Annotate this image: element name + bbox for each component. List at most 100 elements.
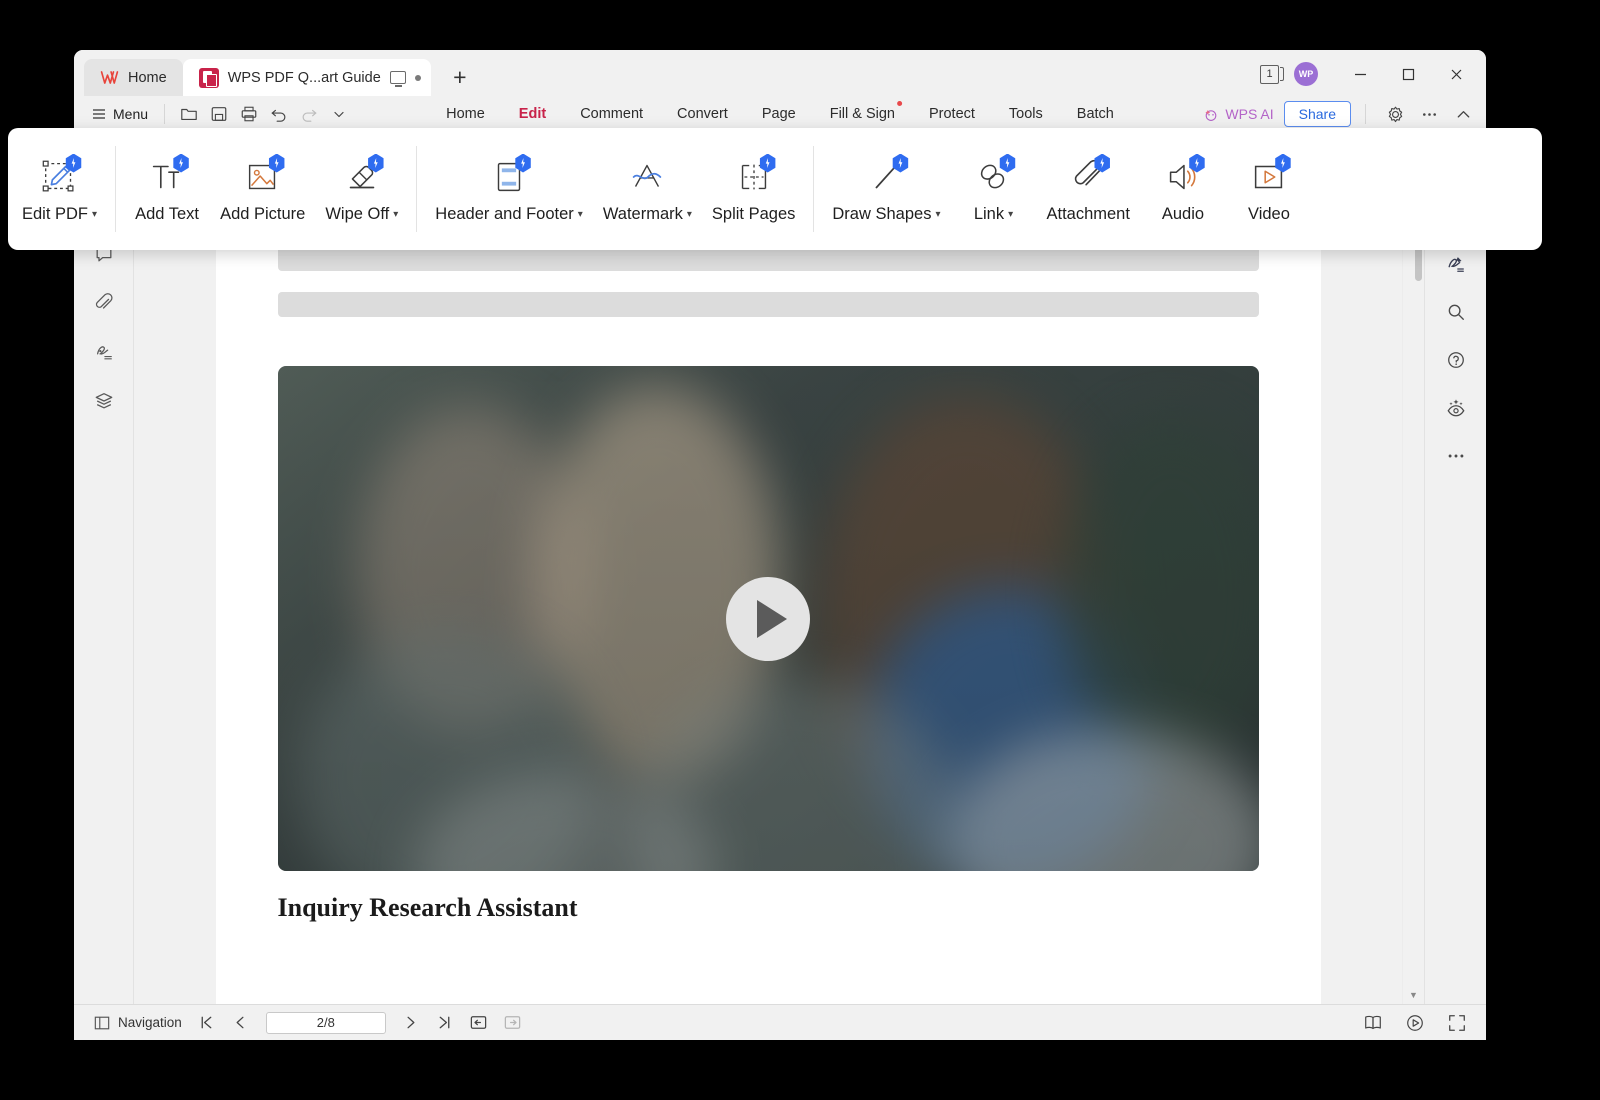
label-text: Edit PDF xyxy=(22,204,89,223)
wps-logo-icon xyxy=(100,71,119,84)
watermark-button[interactable]: Watermark ▾ xyxy=(593,128,702,250)
forward-view-icon[interactable] xyxy=(498,1010,528,1036)
tab-convert-ribbon[interactable]: Convert xyxy=(660,96,745,132)
label-text: Draw Shapes xyxy=(832,204,932,223)
search-icon[interactable] xyxy=(1441,299,1471,325)
draw-shapes-label: Draw Shapes ▾ xyxy=(832,205,940,224)
signature-icon[interactable] xyxy=(89,339,119,365)
audio-button[interactable]: Audio xyxy=(1140,128,1226,250)
tab-fill-sign-ribbon[interactable]: Fill & Sign xyxy=(813,96,912,132)
page-stack-icon xyxy=(1280,67,1284,81)
redo-icon[interactable] xyxy=(295,101,323,127)
wps-ai-button[interactable]: WPS AI xyxy=(1203,106,1279,122)
pdf-page: Inquiry Research Assistant xyxy=(215,133,1321,1004)
video-label: Video xyxy=(1248,205,1290,224)
link-icon xyxy=(971,153,1016,199)
label-text: Watermark xyxy=(602,204,683,223)
video-button[interactable]: Video xyxy=(1226,128,1312,250)
tab-label: Tools xyxy=(1008,106,1043,122)
collapse-ribbon-icon[interactable] xyxy=(1448,100,1478,128)
ribbon-divider xyxy=(813,146,815,232)
print-icon[interactable] xyxy=(235,101,263,127)
tab-protect-ribbon[interactable]: Protect xyxy=(912,96,992,132)
share-button[interactable]: Share xyxy=(1283,101,1351,127)
settings-gear-icon[interactable] xyxy=(1380,100,1410,128)
ribbon-group-media: Draw Shapes ▾ Link ▾ Attachment Audio Vi… xyxy=(822,128,1312,250)
split-pages-button[interactable]: Split Pages xyxy=(702,128,805,250)
chevron-down-icon: ▾ xyxy=(577,208,583,220)
signature-pen-icon[interactable] xyxy=(1441,251,1471,277)
label-text: Attachment xyxy=(1046,204,1130,223)
tab-label: Comment xyxy=(580,106,644,122)
attachment-button[interactable]: Attachment xyxy=(1036,128,1139,250)
pdf-doc-icon xyxy=(198,67,219,88)
tab-edit-ribbon[interactable]: Edit xyxy=(502,96,563,132)
save-icon[interactable] xyxy=(205,101,233,127)
tab-home-ribbon[interactable]: Home xyxy=(429,96,502,132)
fullscreen-icon[interactable] xyxy=(1442,1010,1472,1036)
link-button[interactable]: Link ▾ xyxy=(950,128,1036,250)
wps-ai-label: WPS AI xyxy=(1225,106,1274,122)
wps-ai-sparkle-icon xyxy=(1205,110,1217,121)
next-page-icon[interactable] xyxy=(396,1010,426,1036)
open-icon[interactable] xyxy=(175,101,203,127)
more-options-icon[interactable] xyxy=(1414,100,1444,128)
avatar[interactable]: WP xyxy=(1294,62,1318,86)
title-bar-right: 1 WP xyxy=(1260,61,1478,87)
watermark-label: Watermark ▾ xyxy=(603,205,692,224)
video-icon xyxy=(1247,153,1291,199)
undo-icon[interactable] xyxy=(265,101,293,127)
add-text-button[interactable]: Add Text xyxy=(124,128,210,250)
back-view-icon[interactable] xyxy=(464,1010,494,1036)
hamburger-icon xyxy=(93,109,105,119)
edit-pdf-button[interactable]: Edit PDF ▾ xyxy=(12,128,107,250)
draw-shapes-button[interactable]: Draw Shapes ▾ xyxy=(822,128,950,250)
label-text: Audio xyxy=(1161,204,1205,223)
tab-tools-ribbon[interactable]: Tools xyxy=(992,96,1060,132)
menu-button[interactable]: Menu xyxy=(86,106,154,122)
presentation-icon[interactable] xyxy=(1400,1010,1430,1036)
prev-page-icon[interactable] xyxy=(226,1010,256,1036)
header-and-footer-button[interactable]: Header and Footer ▾ xyxy=(425,128,593,250)
chevron-down-icon: ▾ xyxy=(935,208,941,220)
label-text: Wipe Off xyxy=(325,204,390,223)
minimize-button[interactable] xyxy=(1338,61,1382,87)
label-text: Split Pages xyxy=(711,204,796,223)
navigation-toggle[interactable]: Navigation xyxy=(88,1015,188,1031)
facing-pages-icon[interactable] xyxy=(1358,1010,1388,1036)
tab-label: Protect xyxy=(928,106,975,122)
scroll-down-arrow-icon[interactable]: ▼ xyxy=(1409,990,1418,1000)
layers-icon[interactable] xyxy=(89,388,119,414)
last-page-icon[interactable] xyxy=(430,1010,460,1036)
page-count-badge[interactable]: 1 xyxy=(1260,64,1284,84)
smart-eye-icon[interactable] xyxy=(1441,395,1471,421)
wipe-off-button[interactable]: Wipe Off ▾ xyxy=(315,128,408,250)
first-page-icon[interactable] xyxy=(192,1010,222,1036)
embedded-video[interactable] xyxy=(277,366,1259,871)
wipe-off-icon xyxy=(340,153,384,199)
page-scrollbar[interactable]: ▼ xyxy=(1402,133,1424,1004)
tab-document[interactable]: WPS PDF Q...art Guide xyxy=(182,59,431,96)
tab-page-ribbon[interactable]: Page xyxy=(745,96,813,132)
add-picture-button[interactable]: Add Picture xyxy=(210,128,315,250)
tab-comment-ribbon[interactable]: Comment xyxy=(563,96,660,132)
chevron-down-icon: ▾ xyxy=(686,208,692,220)
close-button[interactable] xyxy=(1434,61,1478,87)
tab-home[interactable]: Home xyxy=(84,59,183,96)
page-number-input[interactable]: 2/8 xyxy=(265,1011,386,1034)
new-tab-button[interactable]: + xyxy=(445,62,475,92)
maximize-button[interactable] xyxy=(1386,61,1430,87)
chevron-down-icon: ▾ xyxy=(1008,208,1014,220)
link-label: Link ▾ xyxy=(974,205,1013,224)
play-button[interactable] xyxy=(726,576,810,661)
attachment-clip-icon[interactable] xyxy=(89,290,119,316)
more-dots-icon[interactable] xyxy=(1441,443,1471,469)
tab-batch-ribbon[interactable]: Batch xyxy=(1060,96,1131,132)
customize-chevron-icon[interactable] xyxy=(325,101,353,127)
tab-screen-icon[interactable] xyxy=(389,71,406,87)
edit-pdf-label: Edit PDF ▾ xyxy=(22,205,97,224)
document-canvas[interactable]: Inquiry Research Assistant xyxy=(134,133,1402,1004)
help-circle-icon[interactable] xyxy=(1441,347,1471,373)
menu-label: Menu xyxy=(113,106,149,122)
tab-label: Home xyxy=(446,106,485,122)
